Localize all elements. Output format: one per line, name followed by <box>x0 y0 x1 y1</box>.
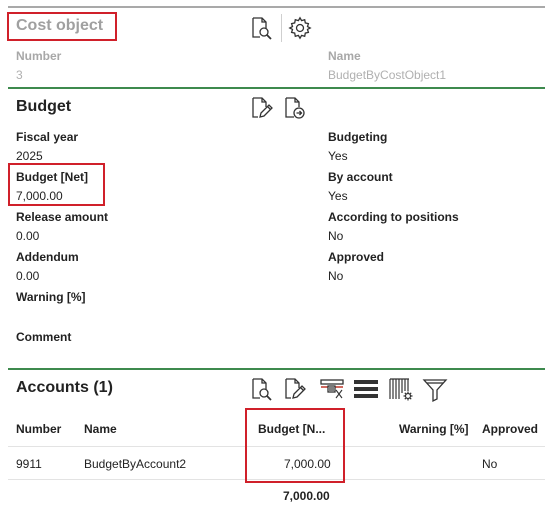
gear-icon[interactable] <box>288 16 312 40</box>
fiscal-year-value: 2025 <box>16 149 43 163</box>
account-name-cell: BudgetByAccount2 <box>84 457 187 471</box>
according-to-positions-label: According to positions <box>328 210 459 224</box>
cost-object-name-value: BudgetByCostObject1 <box>328 68 447 82</box>
column-header-approved[interactable]: Approved <box>482 422 538 436</box>
fiscal-year-label: Fiscal year <box>16 130 79 144</box>
cost-object-top-rule <box>8 6 545 8</box>
addendum-label: Addendum <box>16 250 79 264</box>
column-header-name[interactable]: Name <box>84 422 117 436</box>
highlight-box-budget-column <box>245 408 345 483</box>
column-header-warning[interactable]: Warning [%] <box>399 422 469 436</box>
column-header-number[interactable]: Number <box>16 422 61 436</box>
release-amount-label: Release amount <box>16 210 109 224</box>
barcode-settings-icon[interactable] <box>387 377 415 403</box>
warning-label: Warning [%] <box>16 290 86 304</box>
approved-value: No <box>328 269 344 283</box>
filter-icon[interactable] <box>422 377 448 403</box>
budgeting-label: Budgeting <box>328 130 388 144</box>
accounts-top-rule <box>8 368 545 370</box>
comment-label: Comment <box>16 330 72 344</box>
by-account-value: Yes <box>328 189 348 203</box>
approved-label: Approved <box>328 250 385 264</box>
highlight-box-cost-object <box>7 12 117 41</box>
budgeting-value: Yes <box>328 149 348 163</box>
budget-title: Budget <box>16 98 72 115</box>
account-approved-cell: No <box>482 457 498 471</box>
document-edit-icon[interactable] <box>249 96 273 120</box>
by-account-label: By account <box>328 170 393 184</box>
cost-object-name-label: Name <box>328 49 361 63</box>
toolbar-separator <box>281 14 282 42</box>
release-amount-value: 0.00 <box>16 229 40 243</box>
document-search-icon[interactable] <box>249 16 273 40</box>
budget-top-rule <box>8 87 545 89</box>
addendum-value: 0.00 <box>16 269 40 283</box>
accounts-title: Accounts (1) <box>16 379 113 396</box>
according-to-positions-value: No <box>328 229 344 243</box>
cost-object-number-label: Number <box>16 49 62 63</box>
list-lines-icon[interactable] <box>353 377 379 401</box>
document-export-icon[interactable] <box>282 96 306 120</box>
document-search-icon[interactable] <box>249 377 273 401</box>
cost-object-number-value: 3 <box>16 68 23 82</box>
account-number-cell: 9911 <box>16 457 42 471</box>
accounts-total-budget: 7,000.00 <box>283 489 330 503</box>
document-edit-icon[interactable] <box>282 377 306 401</box>
highlight-box-budget-net <box>8 163 105 206</box>
column-layout-icon[interactable] <box>320 377 346 401</box>
